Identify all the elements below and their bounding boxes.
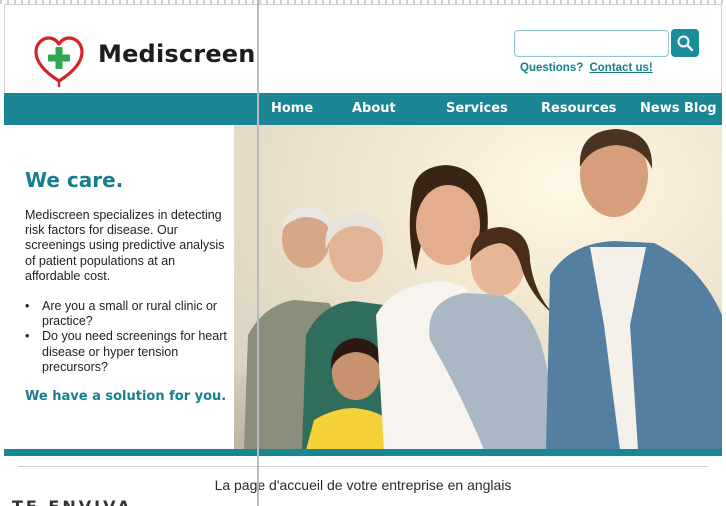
footer-accent-bar <box>4 449 722 456</box>
brand-name[interactable]: Mediscreen <box>98 40 256 68</box>
nav-item-resources[interactable]: Resources <box>541 101 616 116</box>
cut-off-heading: TE ENVIVA <box>12 499 152 506</box>
nav-item-about[interactable]: About <box>352 101 396 116</box>
hero-cta: We have a solution for you. <box>25 389 227 404</box>
contact-link[interactable]: Contact us! <box>589 62 652 74</box>
nav-item-news-blog[interactable]: News Blog <box>640 101 717 116</box>
search-icon <box>677 35 694 52</box>
search-input[interactable] <box>514 30 669 57</box>
search-button[interactable] <box>671 29 699 57</box>
list-item: Are you a small or rural clinic or pract… <box>25 299 230 329</box>
list-item: Do you need screenings for heart disease… <box>25 329 230 375</box>
image-caption: La page d'accueil de votre entreprise en… <box>214 477 512 493</box>
caption-divider <box>18 466 708 467</box>
hero-description: Mediscreen specializes in detecting risk… <box>25 208 225 283</box>
heart-cross-icon[interactable] <box>30 32 88 88</box>
hero-title: We care. <box>25 168 124 192</box>
hero-bullet-list: Are you a small or rural clinic or pract… <box>25 299 230 375</box>
main-nav: Home About Services Resources News Blog <box>4 93 722 125</box>
divider-line <box>257 0 259 506</box>
questions-label: Questions? <box>520 62 584 74</box>
nav-item-services[interactable]: Services <box>446 101 508 116</box>
questions-line: Questions? Contact us! <box>520 62 653 74</box>
nav-item-home[interactable]: Home <box>271 101 313 116</box>
hero-family-photo <box>234 125 722 450</box>
